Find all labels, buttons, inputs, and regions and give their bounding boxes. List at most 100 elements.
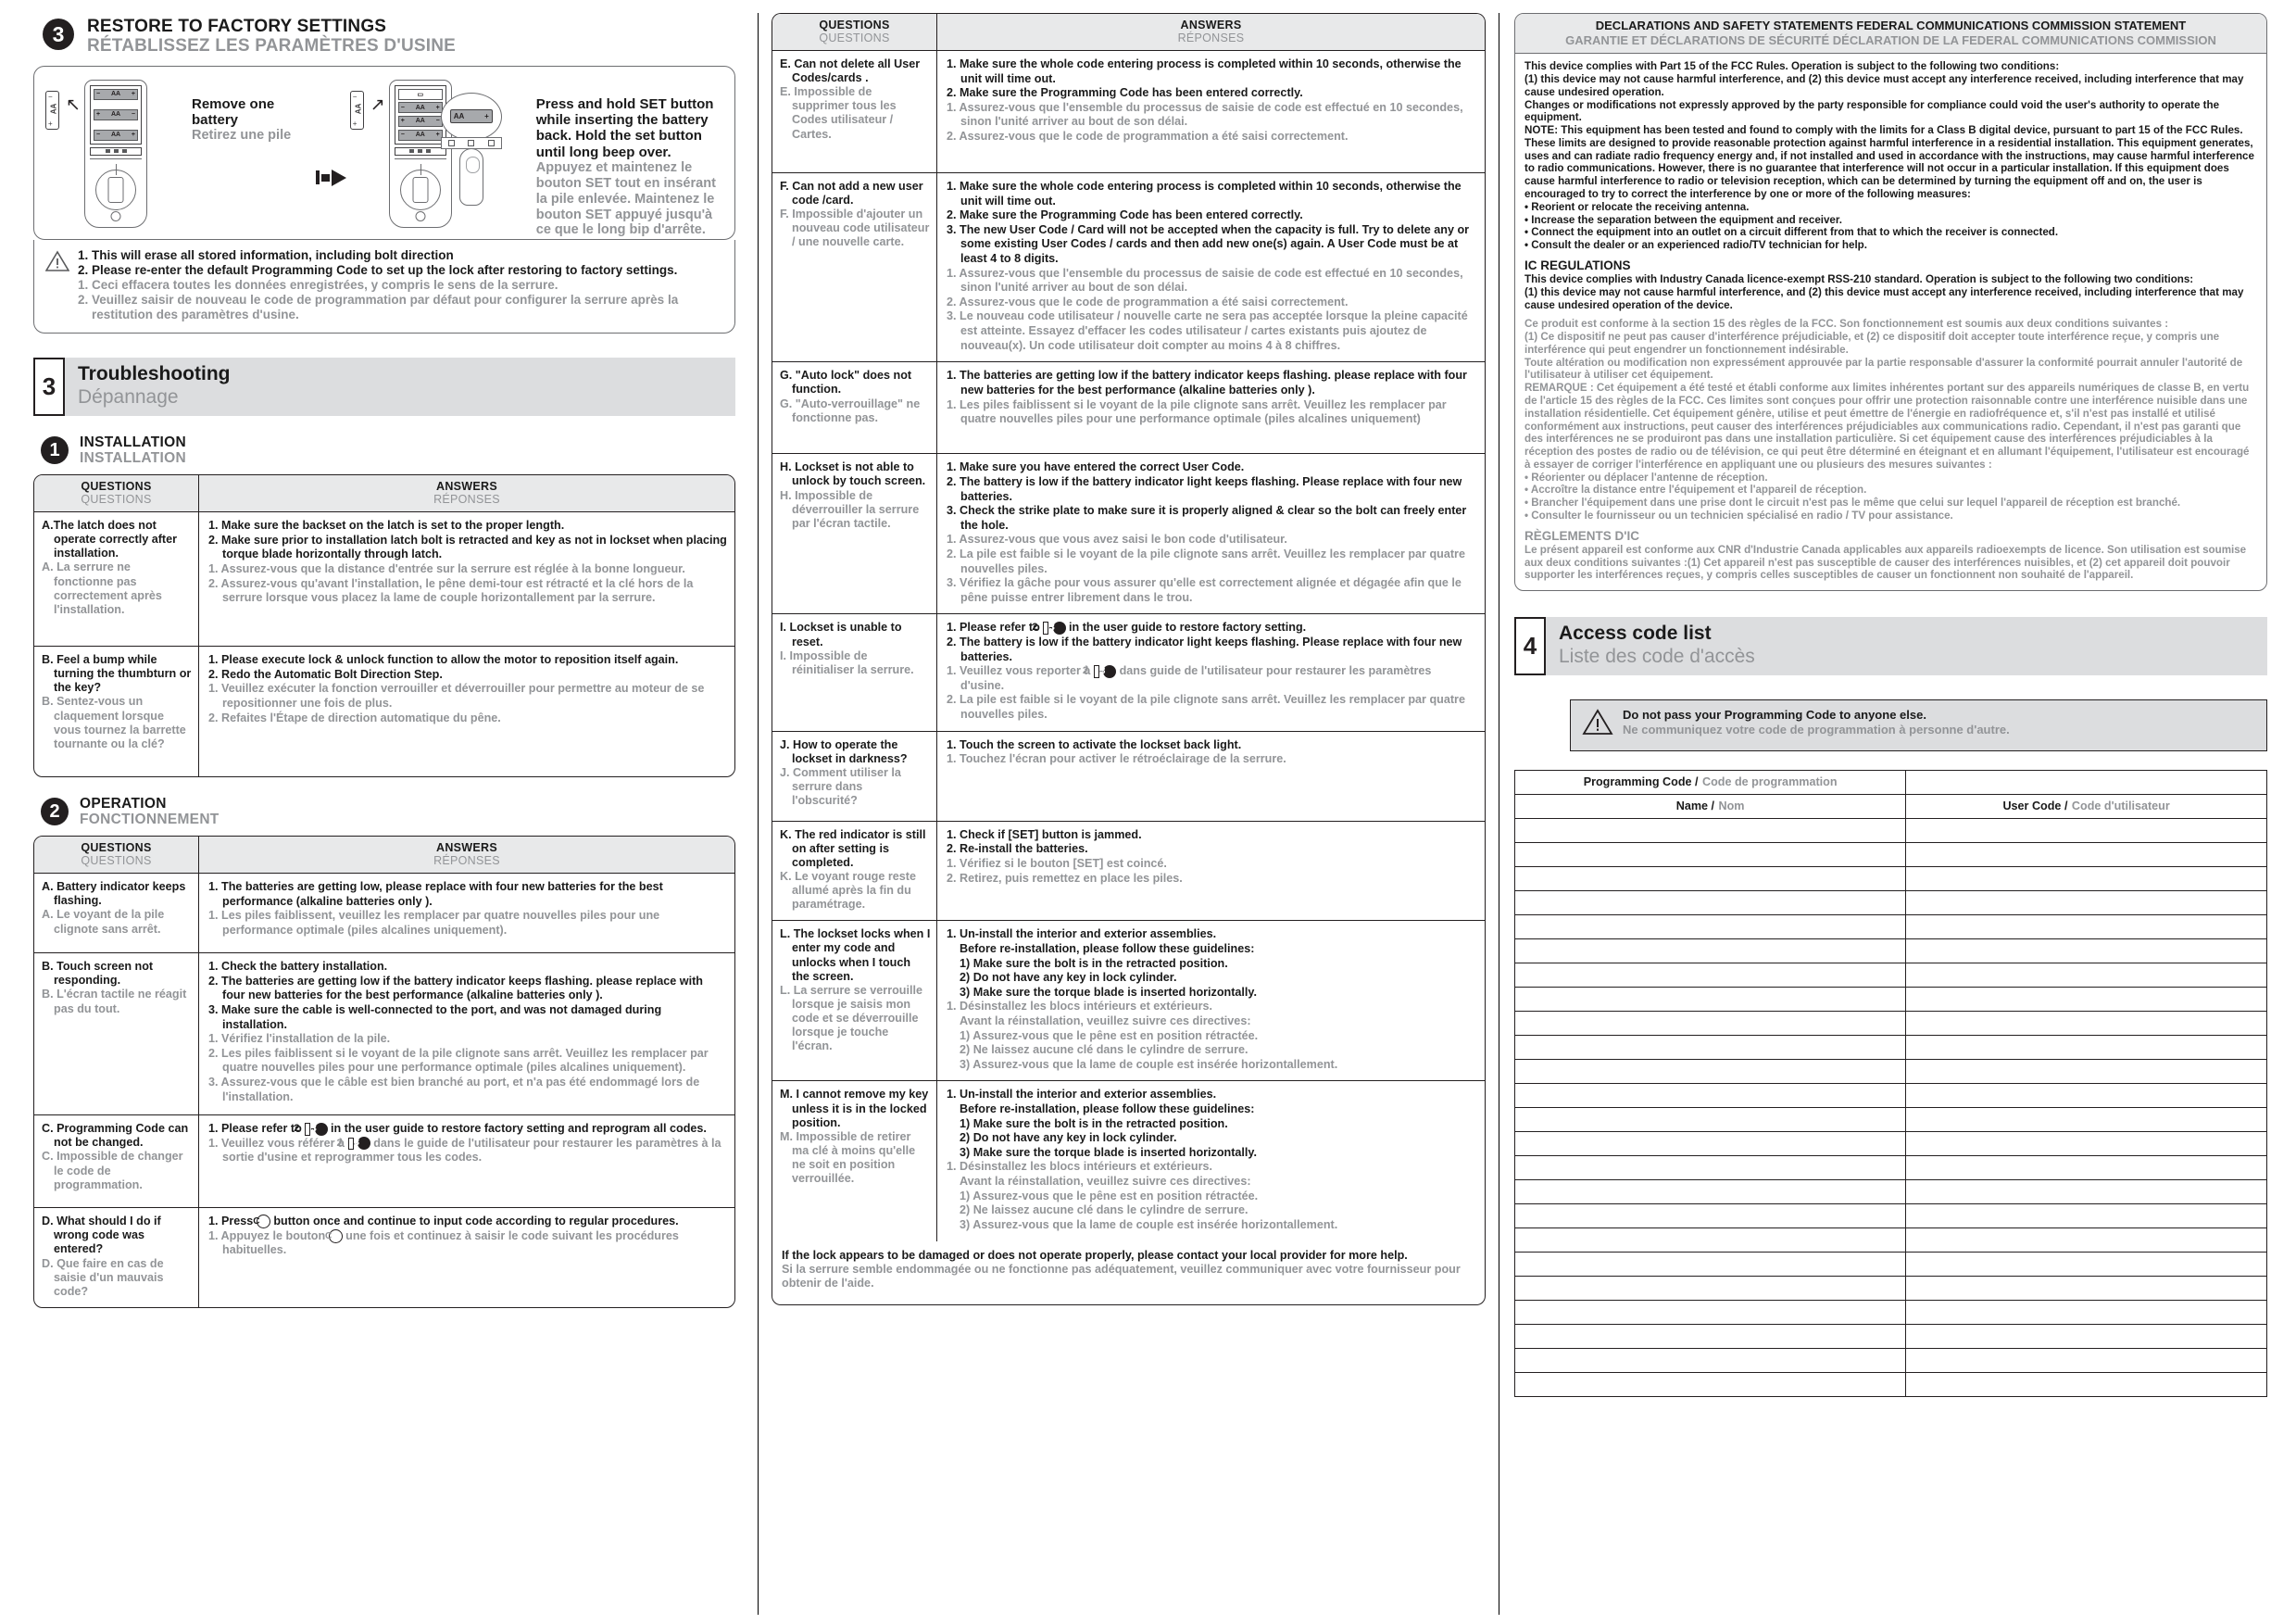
insert-arrow-icon: ↗ — [370, 94, 385, 115]
table-row: D. What should I do if wrong code was en… — [34, 1208, 734, 1307]
name-input-cell[interactable] — [1513, 1034, 1907, 1060]
name-input-cell[interactable] — [1513, 817, 1907, 843]
warning-triangle-icon — [1582, 708, 1613, 741]
table-row: M. I cannot remove my key unless it is i… — [772, 1081, 1485, 1241]
user-code-input-cell[interactable] — [1905, 1082, 2267, 1108]
right-column: DECLARATIONS AND SAFETY STATEMENTS FEDER… — [1499, 13, 2267, 1615]
ref-circle-badge: 3 — [354, 1137, 370, 1151]
troubleshooting-footnote: If the lock appears to be damaged or doe… — [772, 1240, 1486, 1305]
installation-subsection-header: 1 INSTALLATION INSTALLATION — [41, 434, 745, 466]
user-code-input-cell[interactable] — [1905, 865, 2267, 891]
access-code-blank-row — [1513, 1010, 2267, 1036]
fcc-bullet-fr: • Accroître la distance entre l'équipeme… — [1524, 484, 1867, 497]
warning-triangle-icon — [44, 249, 70, 277]
ic-regulations-title-fr: RÈGLEMENTS D'IC — [1524, 528, 1639, 543]
hand-icon — [458, 147, 483, 206]
name-input-cell[interactable] — [1513, 1130, 1907, 1156]
user-code-input-cell[interactable] — [1905, 1130, 2267, 1156]
table-row: J. How to operate the lockset in darknes… — [772, 731, 1485, 822]
table-row: G. "Auto lock" does not function. G. "Au… — [772, 362, 1485, 455]
name-input-cell[interactable] — [1513, 1178, 1907, 1204]
name-input-cell[interactable] — [1513, 1106, 1907, 1132]
name-input-cell[interactable] — [1513, 938, 1907, 963]
user-code-input-cell[interactable] — [1905, 1323, 2267, 1349]
fcc-bullet-fr: • Brancher l'équipement dans une prise d… — [1524, 497, 2181, 510]
user-code-input-cell[interactable] — [1905, 1299, 2267, 1325]
user-code-input-cell[interactable] — [1905, 962, 2267, 988]
name-input-cell[interactable] — [1513, 962, 1907, 988]
user-code-input-cell[interactable] — [1905, 1227, 2267, 1253]
warning-line-1-fr: 1. Ceci effacera toutes les données enre… — [78, 277, 558, 292]
user-code-input-cell[interactable] — [1905, 1251, 2267, 1277]
access-code-blank-row — [1513, 913, 2267, 939]
user-code-input-cell[interactable] — [1905, 1371, 2267, 1397]
access-code-blank-row — [1513, 1251, 2267, 1277]
user-code-input-cell[interactable] — [1905, 817, 2267, 843]
battery-bay-2: ▭ − AA + + AA − − AA + — [394, 84, 446, 145]
name-input-cell[interactable] — [1513, 913, 1907, 939]
caption-step-1: Remove one battery Retirez une pile — [192, 95, 292, 144]
user-code-input-cell[interactable] — [1905, 1106, 2267, 1132]
user-code-input-cell[interactable] — [1905, 1347, 2267, 1373]
name-input-cell[interactable] — [1513, 889, 1907, 915]
user-code-input-cell[interactable] — [1905, 913, 2267, 939]
code-table-header-row: Name / Nom User Code / Code d'utilisateu… — [1513, 793, 2267, 819]
name-input-cell[interactable] — [1513, 1010, 1907, 1036]
deadbolt-body-icon: − AA + + AA − − AA + — [84, 79, 147, 228]
access-code-blank-row — [1513, 1058, 2267, 1084]
section-number: 4 — [1514, 617, 1546, 675]
table-row: C. Programming Code can not be changed. … — [34, 1115, 734, 1209]
loose-battery-icon-2: − + AA — [349, 90, 364, 130]
user-code-input-cell[interactable] — [1905, 1058, 2267, 1084]
access-code-blank-row — [1513, 1034, 2267, 1060]
access-code-blank-row — [1513, 986, 2267, 1012]
name-input-cell[interactable] — [1513, 1154, 1907, 1180]
factory-reset-title-fr: RÉTABLISSEZ LES PARAMÈTRES D'USINE — [87, 36, 457, 57]
name-input-cell[interactable] — [1513, 1058, 1907, 1084]
user-code-input-cell[interactable] — [1905, 1154, 2267, 1180]
user-code-input-cell[interactable] — [1905, 1034, 2267, 1060]
name-input-cell[interactable] — [1513, 1299, 1907, 1325]
user-code-input-cell[interactable] — [1905, 1178, 2267, 1204]
left-column: 3 RESTORE TO FACTORY SETTINGS RÉTABLISSE… — [17, 13, 758, 1615]
ref-circle-badge: 3 — [311, 1122, 328, 1136]
ic-regulations-title: IC REGULATIONS — [1524, 258, 1631, 272]
screw-icon — [110, 210, 121, 221]
name-input-cell[interactable] — [1513, 841, 1907, 867]
clear-button-badge: C — [253, 1215, 270, 1229]
ref-circle-badge: 3 — [1049, 622, 1066, 636]
name-input-cell[interactable] — [1513, 1202, 1907, 1228]
programming-code-value-cell[interactable] — [1905, 769, 2267, 795]
name-input-cell[interactable] — [1513, 1347, 1907, 1373]
step-number-badge: 3 — [43, 19, 74, 50]
caption-step-2: Press and hold SET button while insertin… — [535, 95, 716, 238]
set-button-callout: AA + — [440, 92, 502, 206]
access-code-blank-row — [1513, 1323, 2267, 1349]
access-code-blank-row — [1513, 1299, 2267, 1325]
user-code-input-cell[interactable] — [1905, 1275, 2267, 1301]
name-input-cell[interactable] — [1513, 1082, 1907, 1108]
user-code-input-cell[interactable] — [1905, 841, 2267, 867]
programming-code-row: Programming Code / Code de programmation — [1513, 769, 2267, 795]
troubleshooting-title-fr: Dépannage — [78, 386, 179, 409]
name-input-cell[interactable] — [1513, 1251, 1907, 1277]
user-code-input-cell[interactable] — [1905, 1010, 2267, 1036]
name-input-cell[interactable] — [1513, 1275, 1907, 1301]
name-input-cell[interactable] — [1513, 1371, 1907, 1397]
fcc-bullet-fr: • Consulter le fournisseur ou un technic… — [1524, 510, 1953, 522]
user-code-input-cell[interactable] — [1905, 986, 2267, 1012]
access-code-blank-row — [1513, 1347, 2267, 1373]
name-input-cell[interactable] — [1513, 1323, 1907, 1349]
name-input-cell[interactable] — [1513, 986, 1907, 1012]
troubleshooting-title-en: Troubleshooting — [78, 363, 231, 385]
table-row: A. Battery indicator keeps flashing. A. … — [34, 874, 734, 954]
table-row: B. Touch screen not responding. B. L'écr… — [34, 953, 734, 1116]
ref-square-badge: 2 — [294, 1123, 311, 1136]
operation-number-badge: 2 — [41, 798, 69, 826]
user-code-input-cell[interactable] — [1905, 1202, 2267, 1228]
user-code-input-cell[interactable] — [1905, 889, 2267, 915]
access-code-blank-row — [1513, 1178, 2267, 1204]
name-input-cell[interactable] — [1513, 865, 1907, 891]
name-input-cell[interactable] — [1513, 1227, 1907, 1253]
user-code-input-cell[interactable] — [1905, 938, 2267, 963]
